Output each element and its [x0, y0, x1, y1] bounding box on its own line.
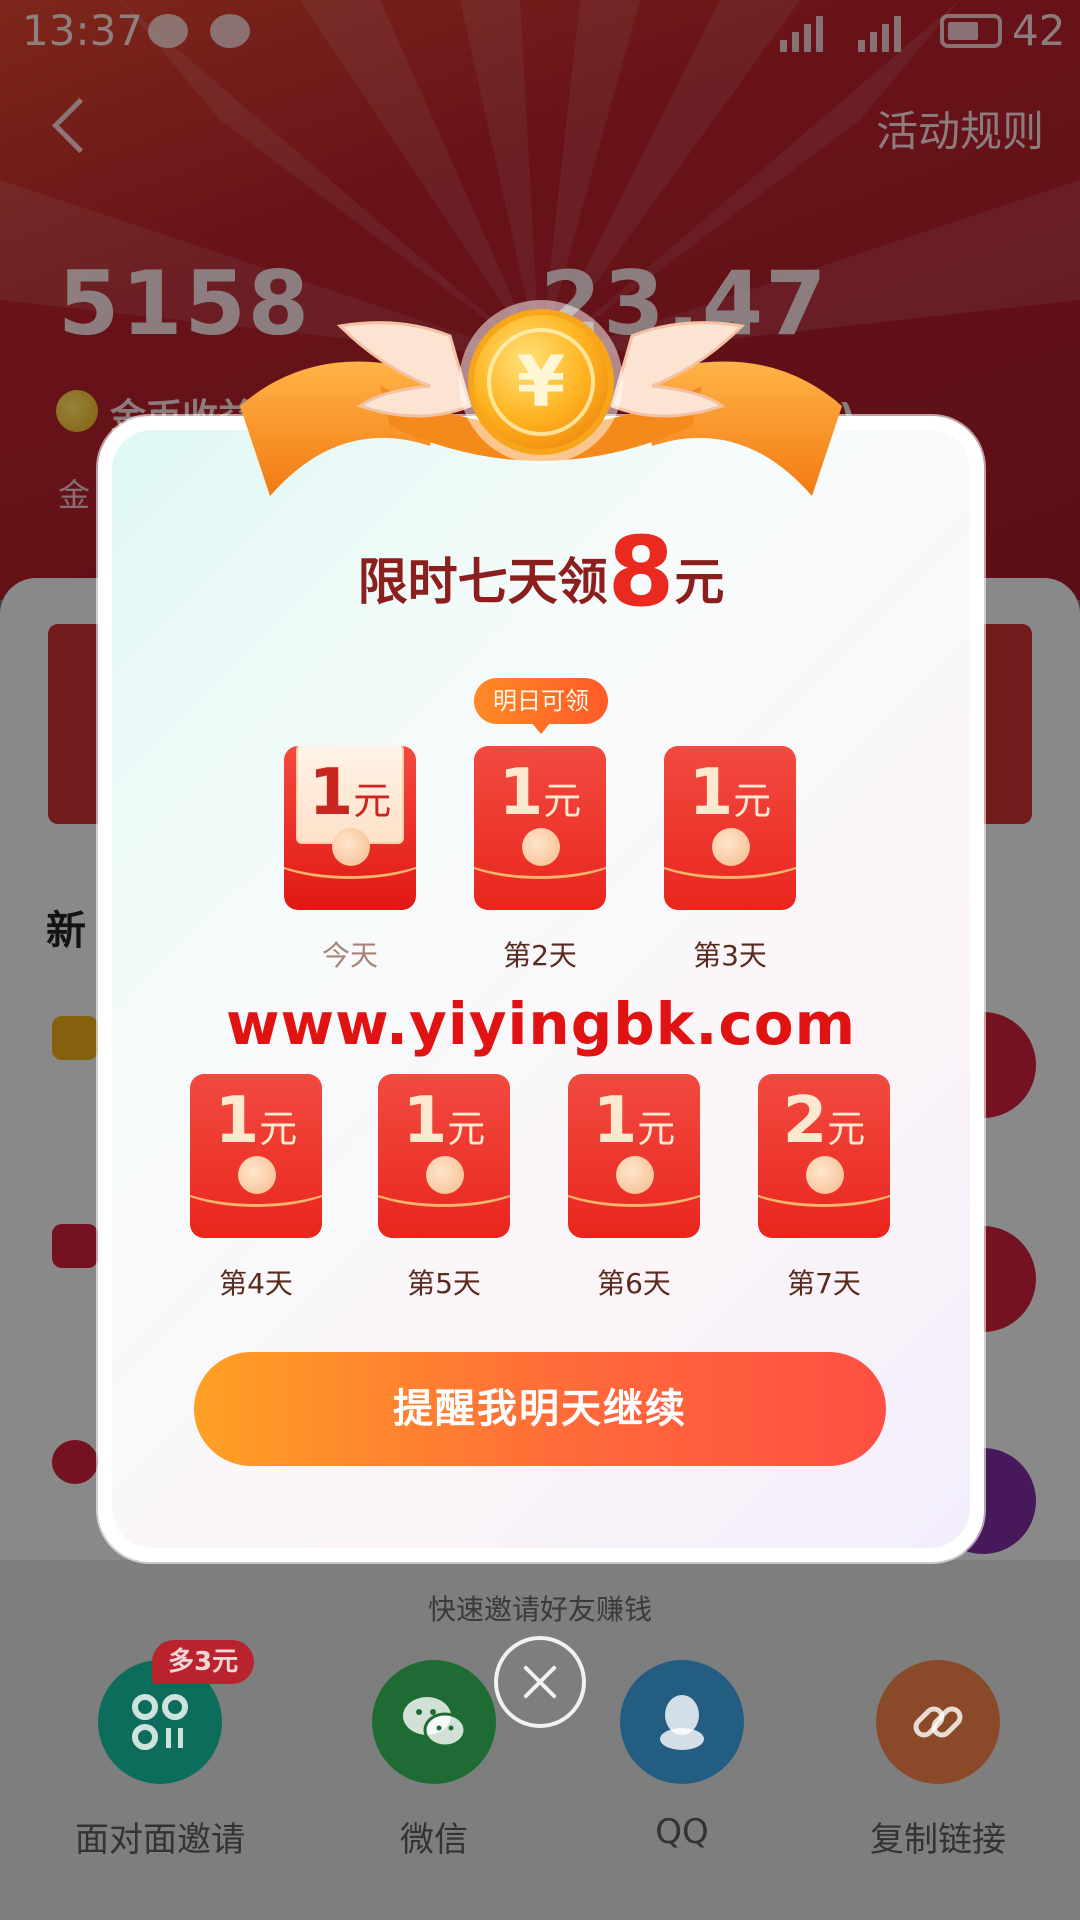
day-label: 第3天	[693, 939, 767, 972]
day-label: 今天	[321, 939, 378, 972]
redpacket-seal-icon	[616, 1156, 654, 1194]
share-title: 快速邀请好友赚钱	[427, 1593, 652, 1626]
share-qq[interactable]: QQ	[582, 1660, 782, 1852]
share-face-to-face[interactable]: 面对面邀请	[60, 1660, 260, 1861]
redpacket-seal-icon	[806, 1156, 844, 1194]
remind-tomorrow-button[interactable]: 提醒我明天继续	[194, 1352, 886, 1466]
watermark-text: www.yiyingbk.com	[225, 990, 857, 1058]
redpacket-amount: 1元	[308, 756, 392, 830]
redpacket-seal-icon	[426, 1156, 464, 1194]
title-prefix: 限时七天领	[357, 553, 608, 611]
day-label: 第7天	[787, 1267, 861, 1300]
bonus-badge: 多3元	[152, 1640, 255, 1684]
redpacket-amount: 1元	[214, 1084, 298, 1158]
coin-trophy-icon: ¥	[240, 300, 842, 496]
redpacket-seal-icon	[238, 1156, 276, 1194]
title-suffix: 元	[674, 553, 725, 611]
day-label: 第5天	[407, 1267, 481, 1300]
redpacket-day-3[interactable]: 1元	[664, 746, 796, 910]
redpacket-day-1[interactable]: 1元	[284, 746, 416, 910]
redpacket-day-6[interactable]: 1元	[568, 1074, 700, 1238]
redpacket-day-4[interactable]: 1元	[190, 1074, 322, 1238]
close-icon[interactable]	[494, 1636, 586, 1728]
redpacket-seal-icon	[712, 828, 750, 866]
share-label: 微信	[400, 1820, 468, 1860]
redpacket-amount: 1元	[592, 1084, 676, 1158]
coin-symbol: ¥	[517, 341, 566, 423]
qq-icon	[620, 1660, 744, 1784]
redpacket-amount: 2元	[782, 1084, 866, 1158]
day-label: 第6天	[597, 1267, 671, 1300]
redpacket-day-7[interactable]: 2元	[758, 1074, 890, 1238]
modal-title: 限时七天领8元	[98, 516, 984, 628]
day-label: 第2天	[503, 939, 577, 972]
tomorrow-tip-badge: 明日可领	[474, 678, 608, 734]
share-copy-link[interactable]: 复制链接	[838, 1660, 1038, 1861]
redpacket-seal-icon	[332, 828, 370, 866]
redpacket-seal-icon	[522, 828, 560, 866]
redpacket-amount: 1元	[688, 756, 772, 830]
share-label: 复制链接	[870, 1820, 1006, 1860]
redpacket-amount: 1元	[402, 1084, 486, 1158]
day-label: 第4天	[219, 1267, 293, 1300]
link-icon	[876, 1660, 1000, 1784]
redpacket-amount: 1元	[498, 756, 582, 830]
redpacket-day-5[interactable]: 1元	[378, 1074, 510, 1238]
title-amount: 8	[607, 516, 675, 628]
share-label: 面对面邀请	[75, 1820, 245, 1860]
redpacket-day-2[interactable]: 1元	[474, 746, 606, 910]
share-label: QQ	[655, 1812, 709, 1852]
wechat-icon	[372, 1660, 496, 1784]
